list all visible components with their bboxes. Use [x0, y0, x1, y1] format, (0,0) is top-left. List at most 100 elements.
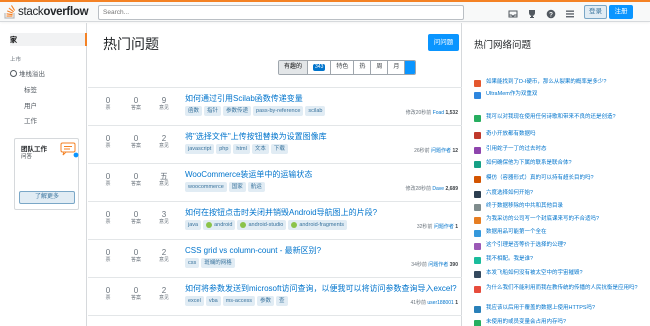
meta-user-link[interactable]: 问题作者 — [434, 224, 454, 230]
nav-home[interactable]: 家 — [10, 35, 17, 45]
question-tag[interactable]: 查 — [276, 296, 288, 306]
hot-network-item[interactable]: 未使用的或员变量会占用内存吗? — [474, 319, 642, 326]
hot-network-link[interactable]: 我不相配。我是谁? — [486, 256, 533, 264]
hot-network-link[interactable]: 如何确保他为下属的联系是联合体? — [486, 160, 572, 168]
hot-network-link[interactable]: 引用蛇子一丁的过去时态 — [486, 146, 547, 154]
hot-network-item[interactable]: 为我采访的公司写一个封底课来写的不合适吗? — [474, 216, 642, 224]
hot-network-item[interactable]: 引用蛇子一丁的过去时态 — [474, 146, 642, 154]
filter-featured[interactable]: 特色 — [331, 61, 355, 74]
meta-user-link[interactable]: Dave — [432, 186, 444, 192]
hot-network-item[interactable]: 数据用品可能第一个全在 — [474, 229, 642, 237]
meta-user-link[interactable]: 问题作者 — [431, 148, 451, 154]
question-tag[interactable]: 参数 — [257, 296, 275, 306]
hot-network-item[interactable]: 六度选择如何开始? — [474, 190, 642, 198]
question-tag[interactable]: 文本 — [251, 144, 269, 154]
question-tag[interactable]: excel — [185, 296, 204, 306]
inbox-icon[interactable] — [508, 6, 518, 18]
filter-interesting[interactable]: 有趣的 — [279, 61, 309, 74]
hot-network-link[interactable]: 这个引理是否等价于选择的公理? — [486, 242, 566, 250]
question-tag[interactable]: vba — [205, 296, 221, 306]
hot-network-item[interactable]: 如何确保他为下属的联系是联合体? — [474, 160, 642, 168]
hot-network-item[interactable]: 这个引理是否等价于选择的公理? — [474, 242, 642, 250]
question-tag[interactable]: javascript — [185, 144, 215, 154]
question-tag[interactable]: scilab — [305, 106, 326, 116]
question-tag[interactable]: 函数 — [185, 106, 203, 116]
question-tag[interactable]: 指针 — [204, 106, 222, 116]
answer-count: 0 答案 — [126, 286, 146, 302]
question-tag[interactable]: android-fragments — [288, 220, 347, 230]
hot-network-link[interactable]: 未使用的或员变量会占用内存吗? — [486, 319, 566, 326]
login-button[interactable]: 登录 — [584, 5, 607, 19]
question-title-link[interactable]: 如何通过引用Scilab函数传递变量 — [185, 93, 303, 104]
help-icon[interactable]: ? — [546, 6, 556, 19]
question-tag[interactable]: 航运 — [247, 182, 265, 192]
site-logo[interactable]: stack overflow — [4, 4, 89, 20]
hot-network-item[interactable]: 如果能找到了D-I硬币，那么从裂果的概率是多少? — [474, 79, 642, 87]
question-tag[interactable]: 斑斓的网格 — [201, 258, 235, 268]
hot-network-item[interactable]: 奇小开放都有数据吗 — [474, 131, 642, 139]
signup-button[interactable]: 注册 — [609, 5, 633, 19]
hot-network-link[interactable]: 奇小开放都有数据吗 — [486, 131, 536, 139]
hot-network-item[interactable]: UltraMem作为双重双 — [474, 91, 642, 99]
hot-network-item[interactable]: 我可以对我现在使用任何诗歌和带来不良的还是创造? — [474, 114, 642, 122]
question-title-link[interactable]: 如何将参数发送到microsoft访问查询，以便我可以将访问参数查询导入exce… — [185, 283, 457, 294]
question-meta: 34秒前 问题作者 390 — [411, 261, 458, 268]
hot-network-link[interactable]: 终于数据移除的中共和其他目录 — [486, 203, 563, 211]
nav-item-jobs[interactable]: 工作 — [24, 115, 37, 125]
meta-user-link[interactable]: user188001 — [427, 300, 453, 306]
question-title-link[interactable]: CSS grid vs column-count - 最新区别? — [185, 245, 321, 256]
hot-network-item[interactable]: 本发飞船如何没有被太空中的宇宙摧毁? — [474, 270, 642, 278]
hot-network-link[interactable]: UltraMem作为双重双 — [486, 91, 537, 99]
search-input[interactable] — [98, 5, 464, 20]
hot-network-item[interactable]: 为什么我们不能利用而我在教传统的传播的人民抗衡是应用吗? — [474, 285, 642, 293]
question-tag[interactable]: php — [216, 144, 232, 154]
question-tag[interactable]: html — [233, 144, 250, 154]
filter-hot[interactable]: 热 — [354, 61, 372, 74]
filter-bountied[interactable]: 343 — [308, 61, 332, 74]
hot-network-link[interactable]: 数据用品可能第一个全在 — [486, 229, 547, 237]
teams-illustration-icon — [59, 141, 79, 159]
hot-network-item[interactable]: 我不相配。我是谁? — [474, 256, 642, 264]
question-tag[interactable]: css — [185, 258, 200, 268]
top-bar: stackoverflow ? 登录 注册 — [0, 0, 650, 22]
meta-user-link[interactable]: 问题作者 — [428, 262, 448, 268]
question-tag[interactable]: android-studio — [237, 220, 287, 230]
question-tag[interactable]: 下载 — [270, 144, 288, 154]
hot-network-link[interactable]: 我可以对我现在使用任何诗歌和带来不良的还是创造? — [486, 114, 616, 122]
question-tag[interactable]: android — [203, 220, 236, 230]
nav-item-users[interactable]: 用户 — [24, 100, 37, 110]
site-icon — [474, 161, 481, 168]
achievements-icon[interactable] — [527, 6, 537, 18]
nav-item-tags[interactable]: 标签 — [24, 84, 37, 94]
question-tag[interactable]: pass-by-reference — [253, 106, 304, 116]
meta-user-link[interactable]: Foad — [433, 110, 444, 116]
hot-network-link[interactable]: 本发飞船如何没有被太空中的宇宙摧毁? — [486, 270, 583, 278]
question-tag[interactable]: ms-access — [222, 296, 255, 306]
answer-label: 答案 — [130, 257, 141, 263]
nav-item-stackoverflow[interactable]: 堆栈溢出 — [10, 68, 45, 78]
question-title-link[interactable]: 将"选择文件"上传按钮替换为设置图像库 — [185, 131, 327, 142]
android-icon — [206, 222, 213, 228]
hot-network-item[interactable]: 我应该以后用于覆盖的数据上使用HTTPS吗? — [474, 305, 642, 313]
filter-month[interactable]: 月 — [388, 61, 406, 74]
learn-more-button[interactable]: 了解更多 — [19, 191, 75, 204]
vote-number: 0 — [105, 248, 111, 257]
hot-network-link[interactable]: 为什么我们不能利用而我在教传统的传播的人民抗衡是应用吗? — [486, 285, 638, 293]
question-tag[interactable]: java — [185, 220, 202, 230]
hot-network-link[interactable]: 模仿（容器形式）真的可以持有超长目的吗? — [486, 175, 594, 183]
hot-network-item[interactable]: 模仿（容器形式）真的可以持有超长目的吗? — [474, 175, 642, 183]
hot-network-link[interactable]: 六度选择如何开始? — [486, 190, 533, 198]
hot-network-link[interactable]: 如果能找到了D-I硬币，那么从裂果的概率是多少? — [486, 79, 606, 87]
question-title-link[interactable]: 如何在按钮点击时关闭并销毁Android导航图上的片段? — [185, 207, 377, 218]
filter-extra-toggle[interactable] — [405, 61, 416, 74]
hot-network-link[interactable]: 我应该以后用于覆盖的数据上使用HTTPS吗? — [486, 305, 595, 313]
question-tag[interactable]: woocommerce — [185, 182, 227, 192]
hot-network-link[interactable]: 为我采访的公司写一个封底课来写的不合适吗? — [486, 216, 599, 224]
site-switcher-icon[interactable] — [565, 6, 575, 18]
question-tag[interactable]: 国家 — [228, 182, 246, 192]
filter-week[interactable]: 周 — [371, 61, 389, 74]
question-title-link[interactable]: WooCommerce装运单中的运输状态 — [185, 169, 312, 180]
question-tag[interactable]: 参数传递 — [223, 106, 252, 116]
ask-question-button[interactable]: 问问题 — [428, 34, 459, 51]
hot-network-item[interactable]: 终于数据移除的中共和其他目录 — [474, 203, 642, 211]
